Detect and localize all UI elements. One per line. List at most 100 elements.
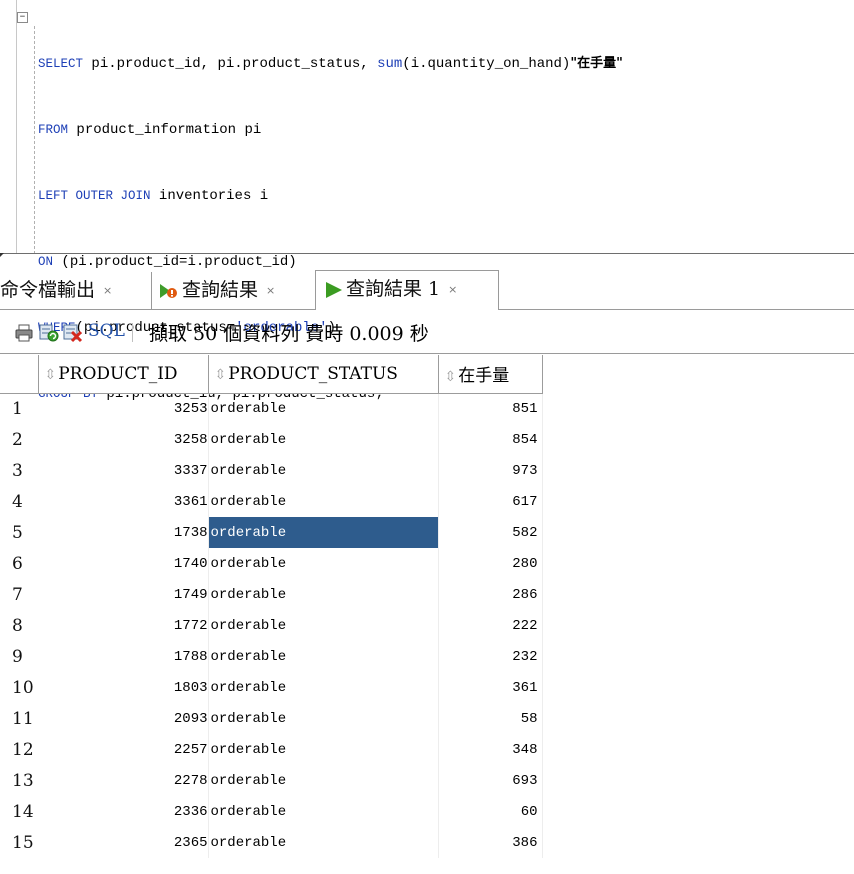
code-text: product_information pi	[68, 122, 262, 138]
print-icon[interactable]	[14, 323, 34, 343]
keyword: SELECT	[38, 57, 84, 71]
row-number: 15	[12, 832, 34, 853]
refresh-icon[interactable]	[39, 323, 59, 343]
cell-product-status[interactable]: orderable	[208, 579, 439, 610]
fold-guide	[34, 26, 35, 254]
cell-product-id[interactable]: 3253	[38, 393, 209, 424]
tab-query-result[interactable]: 查詢結果 ×	[151, 272, 275, 310]
cell-quantity[interactable]: 854	[438, 424, 543, 455]
close-icon[interactable]: ×	[448, 283, 457, 296]
cell-quantity[interactable]: 386	[438, 827, 543, 858]
cell-product-status[interactable]: orderable	[208, 765, 439, 796]
table-row[interactable]: 1 3253 orderable 851	[0, 393, 543, 424]
cell-product-status[interactable]: orderable	[208, 455, 439, 486]
result-tab-bar: 命令檔輸出 × 查詢結果 × 查詢結果 1 ×	[0, 262, 854, 312]
cell-quantity[interactable]: 60	[438, 796, 543, 827]
close-icon[interactable]: ×	[266, 284, 275, 297]
table-row[interactable]: 10 1803 orderable 361	[0, 672, 543, 703]
cell-quantity[interactable]: 280	[438, 548, 543, 579]
cell-quantity[interactable]: 851	[438, 393, 543, 424]
cell-product-status[interactable]: orderable	[208, 796, 439, 827]
table-row[interactable]: 2 3258 orderable 854	[0, 424, 543, 455]
cell-quantity[interactable]: 617	[438, 486, 543, 517]
query-result-icon	[160, 284, 177, 298]
table-row[interactable]: 3 3337 orderable 973	[0, 455, 543, 486]
cell-quantity[interactable]: 232	[438, 641, 543, 672]
close-icon[interactable]: ×	[103, 284, 112, 297]
cell-product-status[interactable]: orderable	[208, 641, 439, 672]
table-row[interactable]: 11 2093 orderable 58	[0, 703, 543, 734]
cell-product-id[interactable]: 3258	[38, 424, 209, 455]
cell-quantity[interactable]: 582	[438, 517, 543, 548]
cell-product-status[interactable]: orderable	[208, 734, 439, 765]
cell-product-status[interactable]: orderable	[208, 548, 439, 579]
splitter-arrow-icon	[0, 253, 4, 257]
cell-quantity[interactable]: 361	[438, 672, 543, 703]
cell-product-status[interactable]: orderable	[208, 827, 439, 858]
cell-product-id[interactable]: 1788	[38, 641, 209, 672]
cell-product-status[interactable]: orderable	[208, 486, 439, 517]
table-row[interactable]: 6 1740 orderable 280	[0, 548, 543, 579]
cell-product-status[interactable]: orderable	[208, 703, 439, 734]
tab-query-result-1[interactable]: 查詢結果 1 ×	[315, 270, 499, 310]
code-text: pi.product_id, pi.product_status,	[83, 56, 378, 72]
fetch-status: 擷取 50 個資料列 費時 0.009 秒	[149, 323, 429, 345]
cell-quantity[interactable]: 348	[438, 734, 543, 765]
sort-icon: ⇳	[444, 369, 457, 386]
cell-product-status[interactable]: orderable	[208, 610, 439, 641]
sql-editor[interactable]: − SELECT pi.product_id, pi.product_statu…	[0, 0, 854, 402]
column-header-label: 在手量	[458, 366, 510, 387]
cell-quantity[interactable]: 286	[438, 579, 543, 610]
table-row[interactable]: 7 1749 orderable 286	[0, 579, 543, 610]
column-header-quantity-on-hand[interactable]: ⇳ 在手量	[437, 355, 543, 394]
fold-toggle-icon[interactable]: −	[17, 12, 28, 23]
table-row[interactable]: 14 2336 orderable 60	[0, 796, 543, 827]
column-header-product-id[interactable]: ⇳ PRODUCT_ID	[37, 355, 209, 394]
cell-quantity[interactable]: 58	[438, 703, 543, 734]
cell-product-id[interactable]: 1738	[38, 517, 209, 548]
delete-results-icon[interactable]	[63, 323, 83, 343]
cell-product-status[interactable]: orderable	[208, 424, 439, 455]
cell-product-id[interactable]: 3361	[38, 486, 209, 517]
cell-product-id[interactable]: 1772	[38, 610, 209, 641]
function-name: sum	[377, 56, 403, 72]
table-row[interactable]: 5 1738 orderable 582	[0, 517, 543, 548]
row-number: 5	[12, 522, 23, 543]
cell-product-id[interactable]: 3337	[38, 455, 209, 486]
sql-button[interactable]: SQL	[88, 321, 125, 341]
cell-product-status[interactable]: orderable	[208, 517, 439, 548]
code-line-2: FROM product_information pi	[38, 119, 623, 141]
result-grid[interactable]: ⇳ PRODUCT_ID ⇳ PRODUCT_STATUS ⇳ 在手量 1 3253 or…	[0, 355, 543, 858]
cell-quantity[interactable]: 222	[438, 610, 543, 641]
table-row[interactable]: 8 1772 orderable 222	[0, 610, 543, 641]
cell-product-id[interactable]: 1803	[38, 672, 209, 703]
cell-product-id[interactable]: 2336	[38, 796, 209, 827]
tab-label: 命令檔輸出	[0, 279, 96, 301]
cell-quantity[interactable]: 693	[438, 765, 543, 796]
cell-product-id[interactable]: 2278	[38, 765, 209, 796]
cell-product-id[interactable]: 1749	[38, 579, 209, 610]
table-row[interactable]: 4 3361 orderable 617	[0, 486, 543, 517]
code-line-3: LEFT OUTER JOIN inventories i	[38, 185, 623, 207]
table-row[interactable]: 12 2257 orderable 348	[0, 734, 543, 765]
cell-product-id[interactable]: 2365	[38, 827, 209, 858]
cell-product-id[interactable]: 1740	[38, 548, 209, 579]
table-row[interactable]: 9 1788 orderable 232	[0, 641, 543, 672]
result-toolbar: SQL 擷取 50 個資料列 費時 0.009 秒	[0, 312, 854, 354]
column-alias: "在手量"	[570, 56, 623, 71]
column-header-product-status[interactable]: ⇳ PRODUCT_STATUS	[207, 355, 439, 394]
cell-quantity[interactable]: 973	[438, 455, 543, 486]
column-header-label: PRODUCT_ID	[58, 363, 178, 384]
row-number: 10	[12, 677, 34, 698]
cell-product-id[interactable]: 2257	[38, 734, 209, 765]
cell-product-id[interactable]: 2093	[38, 703, 209, 734]
run-icon	[326, 282, 342, 298]
table-row[interactable]: 13 2278 orderable 693	[0, 765, 543, 796]
cell-product-status[interactable]: orderable	[208, 393, 439, 424]
grid-body: 1 3253 orderable 851 2 3258 orderable 854 3 3337 o…	[0, 393, 543, 858]
row-number: 9	[12, 646, 23, 667]
cell-product-status[interactable]: orderable	[208, 672, 439, 703]
splitter[interactable]	[0, 253, 854, 254]
tab-script-output[interactable]: 命令檔輸出 ×	[0, 272, 112, 310]
table-row[interactable]: 15 2365 orderable 386	[0, 827, 543, 858]
